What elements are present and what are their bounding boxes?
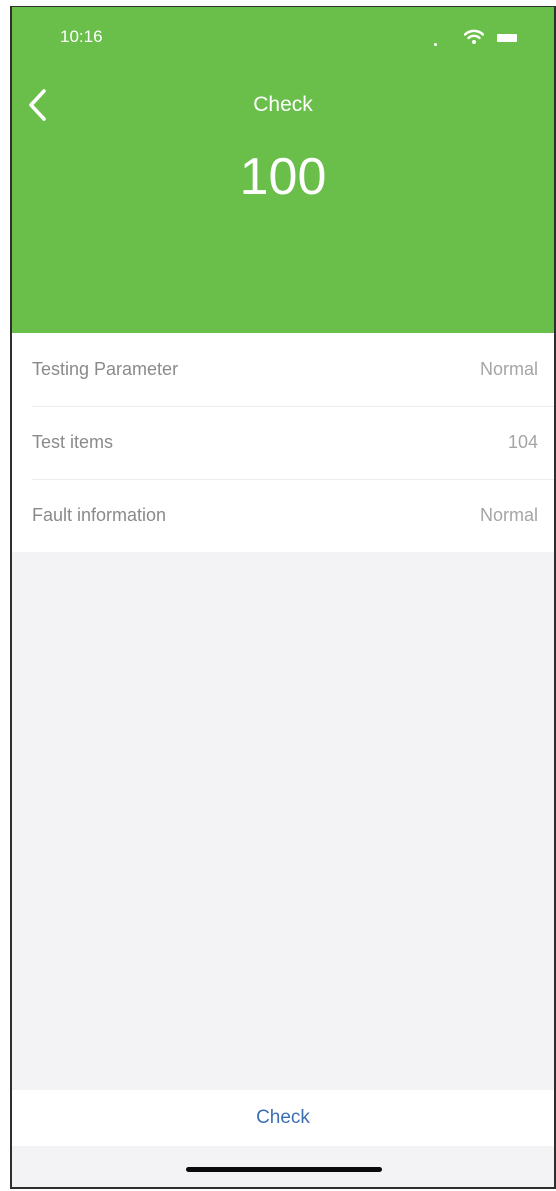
signal-dot-icon [434,43,437,46]
phone-screen: 10:16 Check 100 Testing Parameter Normal… [10,6,556,1189]
list-item-value: Normal [479,505,538,525]
list-item-value: 104 [507,432,538,452]
check-results-list: Testing Parameter Normal Test items 104 … [12,333,554,552]
bottom-bar: Check [12,1090,554,1146]
list-item-label: Test items [32,432,114,452]
header: 10:16 Check 100 [12,7,554,333]
list-item-test-items[interactable]: Test items 104 [12,406,554,479]
page-title: Check [253,93,313,116]
home-indicator[interactable] [186,1167,382,1172]
battery-icon [497,34,517,42]
list-item-label: Testing Parameter [32,359,179,379]
list-item-value: Normal [479,359,538,379]
check-button[interactable]: Check [12,1090,554,1146]
status-time: 10:16 [60,27,103,46]
check-score: 100 [239,148,327,206]
list-item-fault-information[interactable]: Fault information Normal [12,479,554,552]
list-item-label: Fault information [32,505,167,525]
list-item-testing-parameter[interactable]: Testing Parameter Normal [12,333,554,406]
wifi-icon [464,29,484,44]
